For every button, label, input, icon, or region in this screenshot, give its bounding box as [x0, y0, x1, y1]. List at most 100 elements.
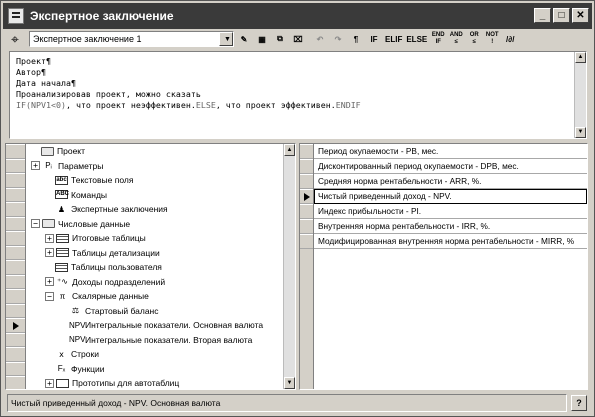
formula-button[interactable]: /∂/ [502, 31, 518, 47]
tree-row-indicator[interactable] [6, 158, 25, 173]
list-row-indicator[interactable] [300, 189, 313, 204]
tree-row-indicator[interactable] [6, 332, 25, 347]
delete-field-icon[interactable]: ⌧ [290, 31, 306, 47]
list-row-indicator[interactable] [300, 234, 313, 249]
elif-button[interactable]: ELIF [384, 31, 403, 47]
else-button[interactable]: ELSE [405, 31, 428, 47]
pi-icon: π [59, 291, 66, 301]
scroll-up-icon[interactable]: ▲ [575, 52, 586, 63]
list-row-indicator[interactable] [300, 144, 313, 159]
indicator-list-item[interactable]: Модифицированная внутренняя норма рентаб… [314, 234, 587, 249]
tree-row-indicator[interactable] [6, 289, 25, 304]
indicator-list-item[interactable]: Внутренняя норма рентабельности - IRR, %… [314, 219, 587, 234]
tree-item[interactable]: − Числовые данные [27, 217, 283, 232]
tree-item[interactable]: NPV Интегральные показатели. Основная вал… [27, 318, 283, 333]
scroll-down-icon[interactable]: ▼ [575, 127, 586, 138]
tree-item-label: Интегральные показатели. Основная валюта [85, 320, 264, 331]
balance-icon: ⚖ [71, 306, 80, 316]
user-table-icon [55, 262, 68, 272]
chevron-down-icon[interactable]: ▼ [219, 32, 233, 46]
minimize-button[interactable]: _ [534, 8, 551, 23]
tree-row-indicator[interactable] [6, 347, 25, 362]
list-gutter [300, 144, 314, 389]
indicators-list: Период окупаемости - PB, мес. Дисконтиров… [314, 144, 587, 249]
undo-button[interactable]: ↶ [312, 31, 328, 47]
redo-button[interactable]: ↷ [330, 31, 346, 47]
title-bar[interactable]: Экспертное заключение _ □ ✕ [3, 3, 592, 29]
conclusion-select[interactable]: Экспертное заключение 1 ▼ [29, 31, 234, 47]
tree-item[interactable]: abc Текстовые поля [27, 173, 283, 188]
tree-row-indicator[interactable] [6, 216, 25, 231]
endif-button[interactable]: END IF [430, 31, 446, 47]
tree-item[interactable]: + Таблицы детализации [27, 246, 283, 261]
tree-item[interactable]: + Pᵢ Параметры [27, 159, 283, 174]
tree-item[interactable]: ⅹ Строки [27, 347, 283, 362]
editor-scrollbar[interactable]: ▲ ▼ [574, 52, 586, 138]
tree-item[interactable]: Таблицы пользователя [27, 260, 283, 275]
insert-field-icon[interactable]: ⧉ [272, 31, 288, 47]
tree-item-label: Числовые данные [58, 218, 131, 229]
tree-item[interactable]: + Прототипы для автотаблиц [27, 376, 283, 389]
maximize-button[interactable]: □ [553, 8, 570, 23]
tree-item[interactable]: ♟ Экспертные заключения [27, 202, 283, 217]
expand-icon[interactable]: + [45, 248, 54, 258]
tree-item[interactable]: ABC Команды [27, 188, 283, 203]
tree-item[interactable]: NPV Интегральные показатели. Вторая валют… [27, 333, 283, 348]
expand-icon[interactable]: + [31, 161, 40, 171]
tree-item[interactable]: + ⁺∿ Доходы подразделений [27, 275, 283, 290]
tree-row-indicator[interactable] [6, 173, 25, 188]
tree-item[interactable]: Fₓ Функции [27, 362, 283, 377]
person-edit-icon[interactable]: ✎ [236, 31, 252, 47]
and-button[interactable]: AND ≤ [448, 31, 464, 47]
tree-row-indicator[interactable] [6, 303, 25, 318]
expand-icon[interactable]: + [45, 378, 54, 388]
tree-row-indicator[interactable] [6, 376, 25, 389]
list-row-indicator[interactable] [300, 159, 313, 174]
endif-label-top: END [431, 32, 445, 38]
tree-row-indicator[interactable] [6, 202, 25, 217]
tree-item-label: Функции [71, 363, 105, 374]
collapse-icon[interactable]: − [45, 291, 54, 301]
indicator-list-item[interactable]: Средняя норма рентабельности - ARR, %. [314, 174, 587, 189]
indicator-list-item[interactable]: Период окупаемости - PB, мес. [314, 144, 587, 159]
if-button[interactable]: IF [366, 31, 382, 47]
tree-item-label: Параметры [58, 160, 104, 171]
tree-row-indicator[interactable] [6, 361, 25, 376]
tree-row-indicator[interactable] [6, 274, 25, 289]
conclusion-text-editor[interactable]: Проект¶ Автор¶ Дата начала¶ Проанализировав… [9, 51, 587, 139]
scroll-down-icon[interactable]: ▼ [284, 377, 295, 389]
tree-row-indicator[interactable] [6, 318, 25, 333]
tree-item[interactable]: − π Скалярные данные [27, 289, 283, 304]
expand-icon[interactable]: + [45, 233, 54, 243]
tree-row-indicator[interactable] [6, 245, 25, 260]
calendar-icon[interactable]: ▦ [254, 31, 270, 47]
tree-row-indicator[interactable] [6, 144, 25, 159]
tree-item-label: Стартовый баланс [85, 305, 159, 316]
indicator-list-item[interactable]: Индекс прибыльности - PI. [314, 204, 587, 219]
close-button[interactable]: ✕ [572, 8, 589, 23]
list-row-indicator[interactable] [300, 204, 313, 219]
scroll-up-icon[interactable]: ▲ [284, 144, 295, 156]
tree-row-indicator[interactable] [6, 187, 25, 202]
tree-item[interactable]: ⚖ Стартовый баланс [27, 304, 283, 319]
tree-scrollbar[interactable]: ▲ ▼ [283, 144, 295, 389]
expand-icon[interactable]: + [45, 277, 54, 287]
folder-icon [42, 219, 55, 229]
list-row-indicator[interactable] [300, 219, 313, 234]
tree-row-indicator[interactable] [6, 231, 25, 246]
not-button[interactable]: NOT! [484, 31, 500, 47]
help-icon[interactable]: ? [571, 395, 587, 411]
indicator-list-item[interactable]: Чистый приведенный доход - NPV. [314, 189, 587, 204]
list-row-indicator[interactable] [300, 174, 313, 189]
collapse-icon[interactable]: − [31, 219, 40, 229]
crosshair-icon[interactable]: ⌖ [7, 31, 23, 47]
tree-row-indicator[interactable] [6, 260, 25, 275]
paragraph-button[interactable]: ¶ [348, 31, 364, 47]
tree-item[interactable]: + Итоговые таблицы [27, 231, 283, 246]
indicator-list-item[interactable]: Дисконтированный период окупаемости - DP… [314, 159, 587, 174]
or-button[interactable]: OR ≤ [466, 31, 482, 47]
tree-item[interactable]: Проект [27, 144, 283, 159]
